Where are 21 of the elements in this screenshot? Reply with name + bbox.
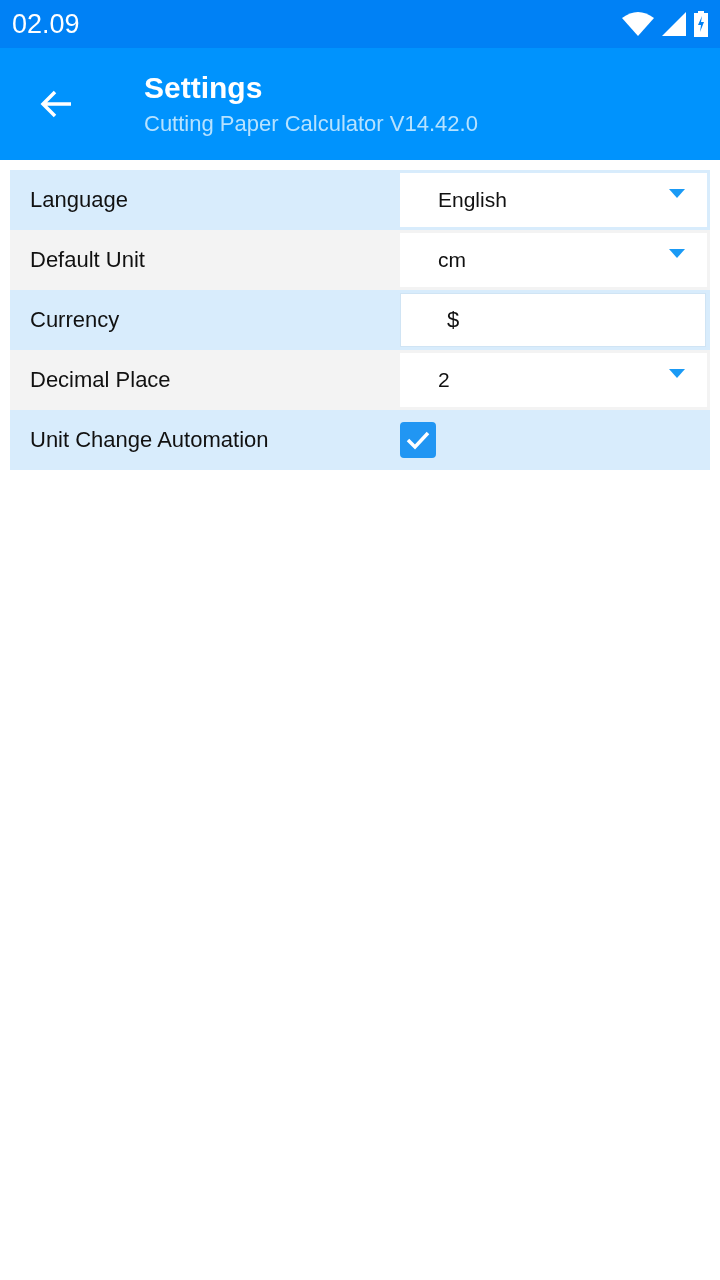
setting-label: Language (29, 187, 129, 213)
dropdown[interactable]: English (400, 173, 707, 227)
setting-label: Decimal Place (29, 367, 172, 393)
status-time: 02.09 (12, 8, 80, 40)
battery-icon (694, 11, 708, 37)
setting-label: Unit Change Automation (29, 427, 270, 453)
back-arrow-icon (39, 89, 73, 119)
wifi-icon (622, 12, 654, 36)
signal-icon (662, 12, 686, 36)
checkmark-icon (405, 430, 431, 450)
dropdown[interactable]: cm (400, 233, 707, 287)
caret-icon (669, 369, 685, 378)
caret-icon (669, 249, 685, 258)
caret-icon (669, 189, 685, 198)
setting-label: Default Unit (29, 247, 146, 273)
dropdown[interactable]: 2 (400, 353, 707, 407)
checkbox[interactable] (400, 422, 436, 458)
app-subtitle: Cutting Paper Calculator V14.42.0 (144, 111, 478, 137)
setting-label: Currency (29, 307, 121, 333)
screen-title: Settings (144, 71, 264, 105)
input-field[interactable]: $ (400, 293, 706, 347)
